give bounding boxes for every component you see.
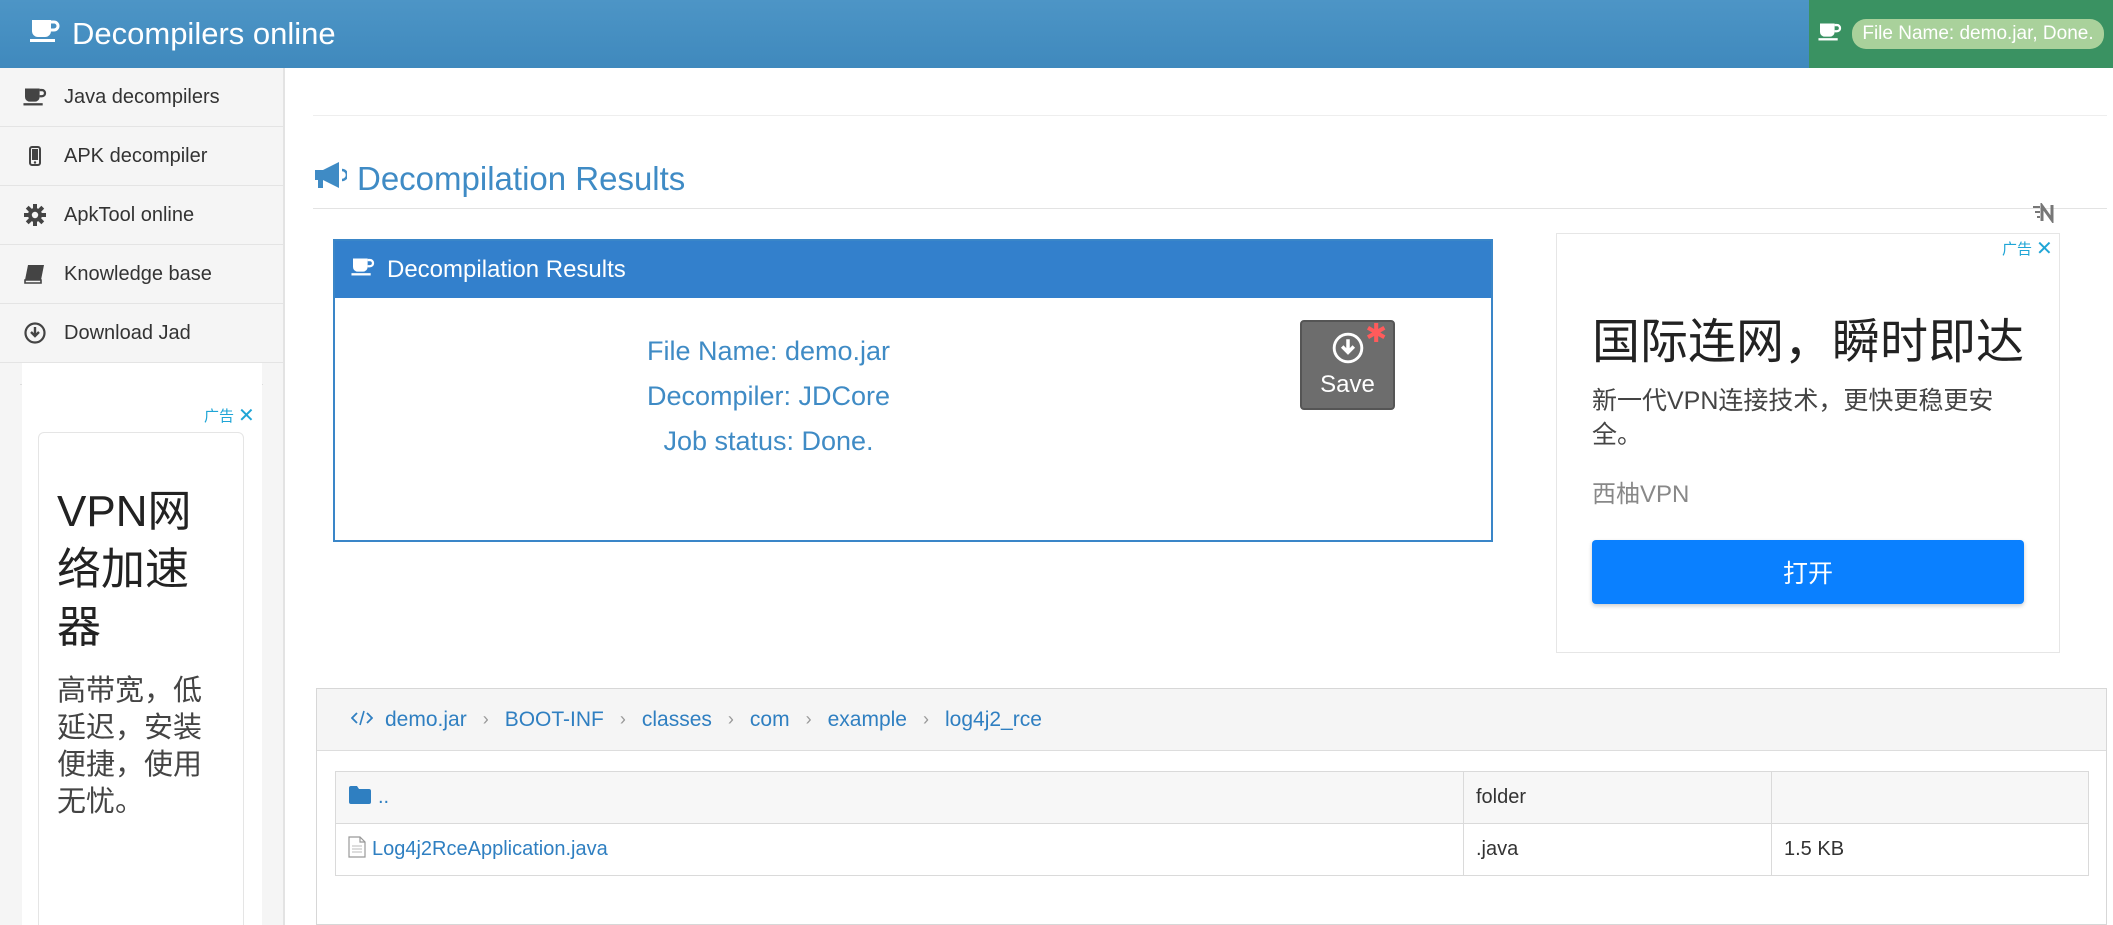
breadcrumb-item[interactable]: classes bbox=[642, 708, 712, 732]
mobile-phone-icon bbox=[20, 146, 50, 166]
ad-body: 新一代VPN连接技术，更快更稳更安全。 bbox=[1592, 387, 1994, 449]
app-title: Decompilers online bbox=[72, 16, 336, 51]
file-name-cell: Log4j2RceApplication.java bbox=[335, 823, 1464, 876]
ad-network-logo-icon[interactable] bbox=[2031, 201, 2057, 228]
ad-card[interactable]: VPN网络加速器 高带宽，低延迟，安装便捷，使用无忧。 bbox=[38, 432, 244, 925]
megaphone-icon bbox=[313, 160, 357, 198]
sidebar-item-java-decompilers[interactable]: Java decompilers bbox=[0, 68, 283, 127]
coffee-cup-icon bbox=[351, 256, 387, 284]
sidebar-item-label: Java decompilers bbox=[64, 85, 220, 108]
table-row: Log4j2RceApplication.java .java 1.5 KB bbox=[335, 823, 2089, 876]
sidebar-item-apktool-online[interactable]: ApkTool online bbox=[0, 186, 283, 245]
book-icon bbox=[20, 264, 50, 284]
breadcrumb-item[interactable]: log4j2_rce bbox=[945, 708, 1042, 732]
file-table: .. folder Log4j2RceApplication.java .jav… bbox=[335, 771, 2089, 876]
sidebar-item-apk-decompiler[interactable]: APK decompiler bbox=[0, 127, 283, 186]
ad-body: 高带宽，低延迟，安装便捷，使用无忧。 bbox=[57, 675, 203, 818]
table-row: .. folder bbox=[335, 771, 2089, 824]
status-badge[interactable]: File Name: demo.jar, Done. bbox=[1852, 19, 2104, 49]
breadcrumb-item[interactable]: demo.jar bbox=[385, 708, 467, 732]
ad-open-button[interactable]: 打开 bbox=[1592, 540, 2024, 604]
close-icon[interactable]: ✕ bbox=[238, 403, 255, 428]
save-button[interactable]: ✱ Save bbox=[1300, 318, 1395, 410]
divider bbox=[313, 208, 2107, 209]
breadcrumb-item[interactable]: BOOT-INF bbox=[505, 708, 604, 732]
section-title-text: Decompilation Results bbox=[357, 160, 686, 197]
sidebar-advertisement[interactable]: 广告 ✕ VPN网络加速器 高带宽，低延迟，安装便捷，使用无忧。 bbox=[22, 363, 262, 925]
job-status-text: Job status: Done. bbox=[663, 426, 874, 456]
file-name: .. bbox=[378, 786, 390, 808]
ad-headline: VPN网络加速器 bbox=[57, 487, 192, 652]
chevron-right-icon: › bbox=[619, 709, 626, 729]
save-label: Save bbox=[1320, 370, 1375, 398]
file-size-cell bbox=[1771, 771, 2089, 824]
chevron-right-icon: › bbox=[727, 709, 734, 729]
chevron-right-icon: › bbox=[922, 709, 929, 729]
parent-folder-link[interactable]: .. bbox=[348, 785, 1463, 811]
sidebar-item-label: Knowledge base bbox=[64, 262, 212, 285]
ad-label: 广告 bbox=[2002, 241, 2033, 258]
sidebar-item-knowledge-base[interactable]: Knowledge base bbox=[0, 245, 283, 304]
download-circle-icon bbox=[20, 322, 50, 344]
brand[interactable]: Decompilers online bbox=[30, 0, 336, 68]
results-panel: Decompilation Results File Name: demo.ja… bbox=[333, 239, 1493, 542]
section-title: Decompilation Results bbox=[313, 160, 685, 198]
decompiler-text: Decompiler: JDCore bbox=[646, 381, 891, 411]
file-type-cell: .java bbox=[1463, 823, 1772, 876]
ad-headline: 国际连网，瞬时即达 bbox=[1592, 316, 2025, 369]
download-circle-icon bbox=[1332, 332, 1364, 371]
sidebar-item-download-jad[interactable]: Download Jad bbox=[0, 304, 283, 363]
breadcrumb-item[interactable]: example bbox=[828, 708, 907, 732]
new-badge-icon: ✱ bbox=[1365, 318, 1387, 348]
file-name-text: File Name: demo.jar bbox=[646, 336, 891, 366]
ad-choices[interactable]: 广告 ✕ bbox=[204, 403, 255, 428]
coffee-cup-icon bbox=[1818, 22, 1852, 47]
file-name: Log4j2RceApplication.java bbox=[372, 838, 608, 860]
sidebar-item-label: ApkTool online bbox=[64, 203, 195, 226]
coffee-cup-icon bbox=[20, 87, 50, 107]
job-info: File Name: demo.jar Decompiler: JDCore J… bbox=[335, 329, 1202, 464]
top-navbar: Decompilers online File Name: demo.jar, … bbox=[0, 0, 2113, 68]
divider bbox=[313, 115, 2107, 116]
sidebar-item-label: APK decompiler bbox=[64, 144, 208, 167]
ad-label: 广告 bbox=[204, 408, 235, 425]
file-name-cell: .. bbox=[335, 771, 1464, 824]
job-status-area: File Name: demo.jar, Done. bbox=[1809, 0, 2113, 68]
breadcrumb: demo.jar › BOOT-INF › classes › com › ex… bbox=[317, 689, 2106, 751]
gear-icon bbox=[20, 204, 50, 226]
file-link[interactable]: Log4j2RceApplication.java bbox=[348, 835, 1463, 864]
code-icon bbox=[350, 708, 385, 732]
breadcrumb-item[interactable]: com bbox=[750, 708, 790, 732]
ad-source: 西柚VPN bbox=[1592, 481, 1690, 508]
close-icon[interactable]: ✕ bbox=[2036, 236, 2053, 261]
main-advertisement[interactable]: 广告 ✕ 国际连网，瞬时即达 新一代VPN连接技术，更快更稳更安全。 西柚VPN… bbox=[1556, 233, 2060, 653]
sidebar-item-label: Download Jad bbox=[64, 321, 191, 344]
folder-icon bbox=[348, 785, 378, 811]
file-browser: demo.jar › BOOT-INF › classes › com › ex… bbox=[316, 688, 2107, 925]
chevron-right-icon: › bbox=[805, 709, 812, 729]
chevron-right-icon: › bbox=[482, 709, 489, 729]
ad-choices[interactable]: 广告 ✕ bbox=[2002, 236, 2053, 261]
file-icon bbox=[348, 835, 372, 864]
coffee-cup-icon bbox=[30, 16, 72, 52]
panel-header: Decompilation Results bbox=[335, 241, 1491, 298]
file-type-cell: folder bbox=[1463, 771, 1772, 824]
file-size-cell: 1.5 KB bbox=[1771, 823, 2089, 876]
panel-title: Decompilation Results bbox=[387, 255, 626, 283]
